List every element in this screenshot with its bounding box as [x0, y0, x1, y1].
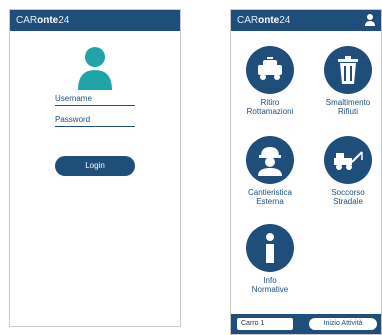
tile-smaltimento-rifiuti[interactable]: Smaltimento Rifiuti — [317, 46, 379, 116]
info-icon — [246, 224, 294, 272]
login-button[interactable]: Login — [55, 156, 135, 176]
app-header: CARonte24 — [231, 10, 381, 31]
carro-select[interactable]: Carro 1 — [237, 318, 293, 330]
app-logo: CARonte24 — [237, 15, 291, 26]
truck-icon — [246, 46, 294, 94]
username-field[interactable]: Username — [55, 94, 92, 103]
menu-screen: CARonte24 Ritiro Rottamazioni Smaltiment… — [230, 9, 382, 335]
tile-label: Soccorso Stradale — [331, 188, 365, 206]
tile-label: Info Normative — [251, 276, 289, 294]
tile-cantieristica-esterna[interactable]: Cantieristica Esterna — [239, 136, 301, 206]
tile-label: Smaltimento Rifiuti — [325, 98, 371, 116]
login-screen: CARonte24 Username Password Login — [9, 9, 181, 327]
password-field[interactable]: Password — [55, 115, 90, 124]
tow-truck-icon — [324, 136, 372, 184]
trash-icon — [324, 46, 372, 94]
user-profile-icon[interactable] — [365, 14, 375, 26]
username-underline — [55, 105, 135, 106]
worker-icon — [246, 136, 294, 184]
bottom-bar: Carro 1 Inizio Attività — [231, 314, 381, 334]
tile-ritiro-rottamazioni[interactable]: Ritiro Rottamazioni — [239, 46, 301, 116]
user-avatar-icon — [78, 47, 112, 90]
app-logo: CARonte24 — [16, 15, 70, 26]
tile-soccorso-stradale[interactable]: Soccorso Stradale — [317, 136, 379, 206]
app-header: CARonte24 — [10, 10, 180, 31]
tile-label: Cantieristica Esterna — [247, 188, 292, 206]
password-underline — [55, 126, 135, 127]
inizio-attivita-button[interactable]: Inizio Attività — [309, 318, 377, 330]
tile-info-normative[interactable]: Info Normative — [239, 224, 301, 294]
tile-label: Ritiro Rottamazioni — [246, 98, 294, 116]
